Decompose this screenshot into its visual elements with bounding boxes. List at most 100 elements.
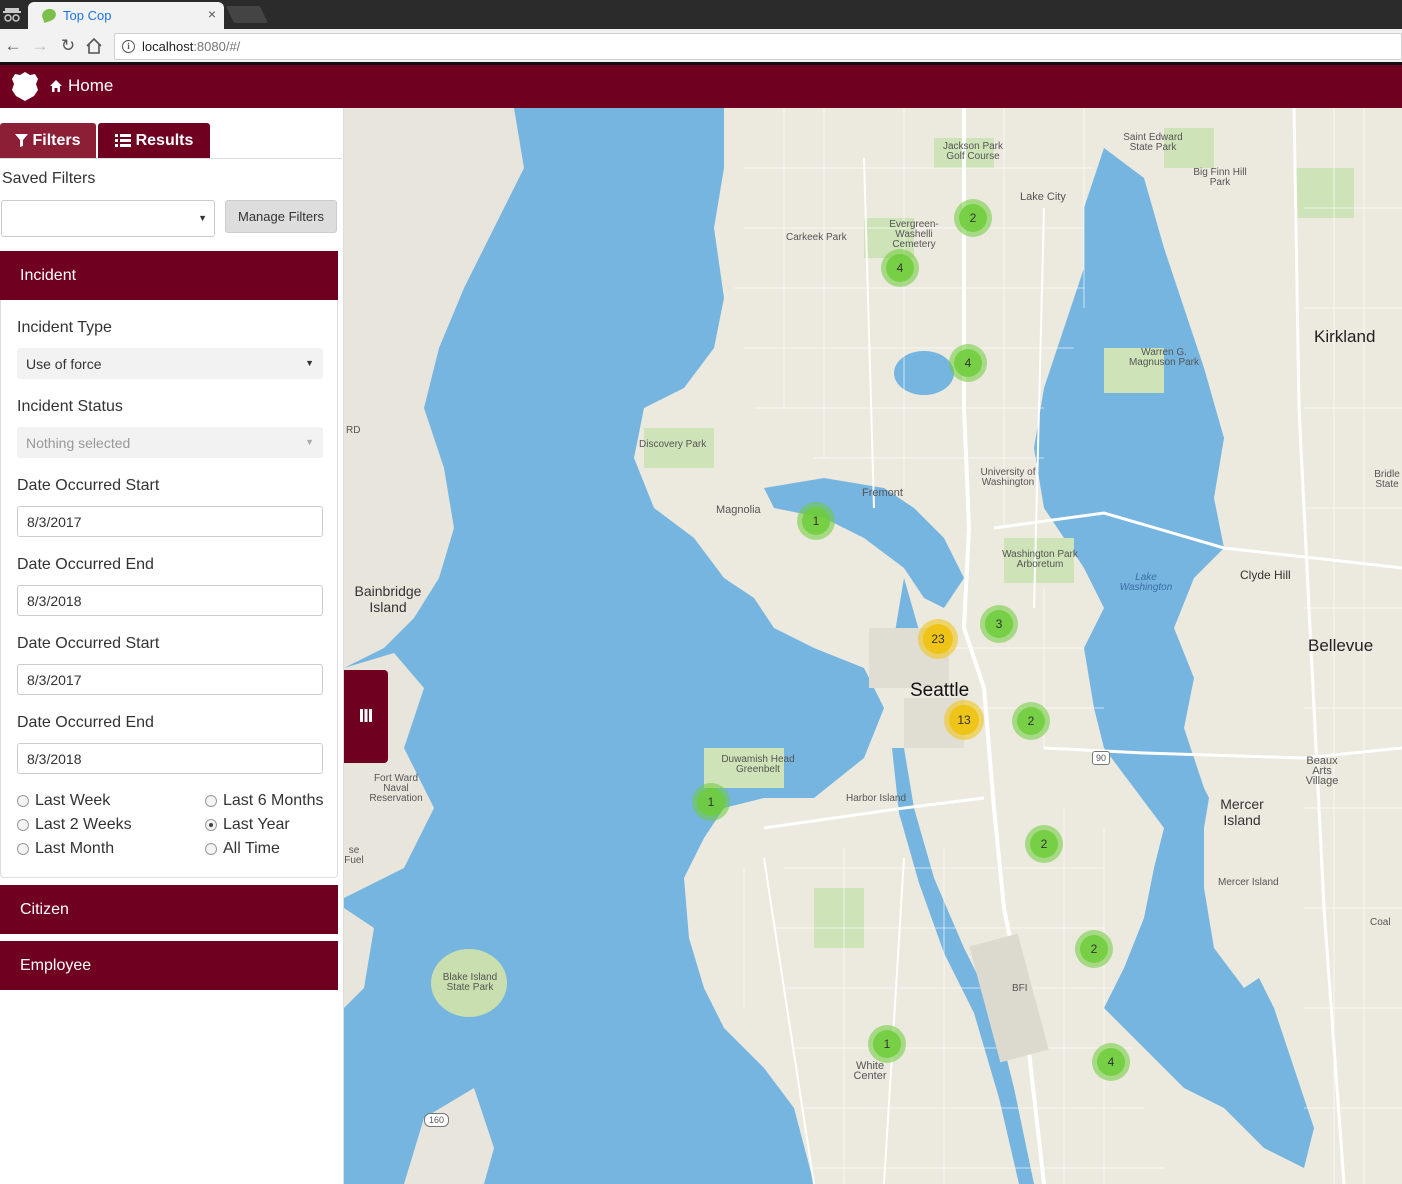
- label-harbor-island: Harbor Island: [846, 793, 907, 804]
- site-info-icon[interactable]: i: [122, 40, 135, 53]
- manage-filters-button[interactable]: Manage Filters: [225, 200, 337, 233]
- date-end-label-2: Date Occurred End: [17, 714, 154, 731]
- radio-dot[interactable]: [205, 843, 217, 855]
- label-rd: RD: [346, 425, 361, 436]
- label-bridle: Bridle State: [1374, 469, 1400, 490]
- tab-filters[interactable]: Filters: [0, 123, 96, 158]
- incident-cluster[interactable]: 1: [868, 1025, 906, 1063]
- incident-section-header[interactable]: Incident: [0, 251, 338, 300]
- list-icon: [114, 134, 131, 147]
- highway-90-shield: 90: [1092, 751, 1111, 765]
- back-icon[interactable]: ←: [2, 35, 24, 57]
- incident-type-select[interactable]: Use of force ▼: [17, 348, 323, 379]
- radio-last-week[interactable]: Last Week: [17, 792, 110, 810]
- date-start-label: Date Occurred Start: [17, 477, 160, 494]
- home-nav-link[interactable]: Home: [49, 76, 113, 96]
- incident-cluster[interactable]: 1: [692, 783, 730, 821]
- tab-results[interactable]: Results: [98, 123, 210, 158]
- incident-map[interactable]: Seattle Bellevue Kirkland Bainbridge Isl…: [344, 108, 1402, 1184]
- date-end-input[interactable]: 8/3/2018: [17, 585, 323, 616]
- radio-all-time[interactable]: All Time: [205, 840, 280, 858]
- radio-last-month[interactable]: Last Month: [17, 840, 114, 858]
- caret-down-icon: ▼: [305, 358, 314, 368]
- radio-dot-checked[interactable]: [205, 819, 217, 831]
- label-saint-edward: Saint Edward State Park: [1123, 132, 1183, 153]
- employee-section-header[interactable]: Employee: [0, 941, 338, 990]
- label-seattle: Seattle: [910, 680, 970, 701]
- highway-160-shield: 160: [424, 1113, 450, 1127]
- map-tiles[interactable]: [344, 108, 1402, 1184]
- browser-toolbar: ← → ↻ i localhost:8080/#/: [0, 29, 1402, 64]
- incident-status-label: Incident Status: [17, 398, 123, 415]
- label-mercer-island-park: Mercer Island: [1218, 877, 1279, 888]
- label-white-center: White Center: [853, 1060, 887, 1082]
- label-duwamish: Duwamish Head Greenbelt: [721, 754, 795, 775]
- date-start-input[interactable]: 8/3/2017: [17, 506, 323, 537]
- incident-cluster[interactable]: 3: [980, 605, 1018, 643]
- forward-icon[interactable]: →: [29, 35, 51, 57]
- tab-results-label: Results: [135, 131, 194, 149]
- label-bainbridge: Bainbridge Island: [354, 583, 422, 615]
- incident-cluster[interactable]: 4: [949, 344, 987, 382]
- label-big-finn-hill: Big Finn Hill Park: [1193, 167, 1247, 188]
- label-clyde-hill: Clyde Hill: [1240, 568, 1291, 582]
- incident-cluster[interactable]: 4: [1092, 1043, 1130, 1081]
- radio-dot[interactable]: [205, 795, 217, 807]
- reload-icon[interactable]: ↻: [57, 35, 79, 57]
- app-navbar: Home: [0, 65, 1402, 108]
- label-carkeek-park: Carkeek Park: [786, 232, 847, 243]
- date-start-input-2[interactable]: 8/3/2017: [17, 664, 323, 695]
- label-fort-ward: Fort Ward Naval Reservation: [369, 773, 423, 804]
- date-end-input-2[interactable]: 8/3/2018: [17, 743, 323, 774]
- radio-dot[interactable]: [17, 795, 29, 807]
- incognito-icon: [3, 8, 21, 22]
- label-blake-island: Blake Island State Park: [442, 972, 498, 993]
- filter-icon: [15, 134, 29, 147]
- label-beaux-arts: Beaux Arts Village: [1305, 755, 1339, 787]
- label-jackson-park: Jackson Park Golf Course: [942, 141, 1004, 162]
- label-bfi: BFI: [1012, 983, 1028, 994]
- incident-cluster[interactable]: 23: [918, 619, 958, 659]
- incident-type-label: Incident Type: [17, 319, 112, 336]
- label-fremont: Fremont: [862, 487, 903, 499]
- label-warren-magnuson: Warren G. Magnuson Park: [1128, 347, 1200, 368]
- radio-last-6-months[interactable]: Last 6 Months: [205, 792, 324, 810]
- label-magnolia: Magnolia: [716, 504, 761, 516]
- incident-cluster[interactable]: 2: [1075, 930, 1113, 968]
- sidebar-toggle-button[interactable]: [344, 670, 388, 763]
- caret-down-icon: ▼: [305, 437, 314, 447]
- incident-section-body: Incident Type Use of force ▼ Incident St…: [0, 300, 338, 878]
- browser-tabstrip: Top Cop ×: [0, 0, 1402, 29]
- label-mercer-island: Mercer Island: [1220, 796, 1264, 828]
- incident-cluster[interactable]: 4: [881, 249, 919, 287]
- incident-cluster[interactable]: 2: [1012, 702, 1050, 740]
- columns-icon: [360, 709, 372, 722]
- radio-last-2-weeks[interactable]: Last 2 Weeks: [17, 816, 132, 834]
- incident-cluster[interactable]: 1: [797, 502, 835, 540]
- incident-status-select[interactable]: Nothing selected ▼: [17, 427, 323, 458]
- label-coal: Coal: [1370, 917, 1391, 928]
- tab-close-icon[interactable]: ×: [208, 6, 216, 22]
- label-arboretum: Washington Park Arboretum: [1002, 549, 1078, 570]
- incident-cluster[interactable]: 2: [1025, 825, 1063, 863]
- saved-filters-select[interactable]: ▼: [1, 200, 215, 237]
- url-text: localhost:8080/#/: [142, 39, 241, 54]
- address-bar[interactable]: i localhost:8080/#/: [114, 33, 1402, 60]
- label-lake-city: Lake City: [1020, 191, 1066, 203]
- home-button-icon[interactable]: [85, 37, 103, 55]
- browser-tab[interactable]: Top Cop ×: [28, 2, 224, 29]
- incident-cluster[interactable]: 2: [954, 199, 992, 237]
- date-start-label-2: Date Occurred Start: [17, 635, 160, 652]
- spring-leaf-icon: [40, 6, 58, 24]
- radio-last-year[interactable]: Last Year: [205, 816, 290, 834]
- label-kirkland: Kirkland: [1314, 327, 1376, 346]
- new-tab-button[interactable]: [226, 6, 268, 23]
- incident-cluster[interactable]: 13: [944, 700, 984, 740]
- radio-dot[interactable]: [17, 843, 29, 855]
- citizen-section-header[interactable]: Citizen: [0, 885, 338, 934]
- label-fuel: se Fuel: [344, 845, 364, 866]
- date-end-label: Date Occurred End: [17, 556, 154, 573]
- home-label: Home: [68, 76, 114, 95]
- police-badge-icon[interactable]: [11, 71, 39, 102]
- radio-dot[interactable]: [17, 819, 29, 831]
